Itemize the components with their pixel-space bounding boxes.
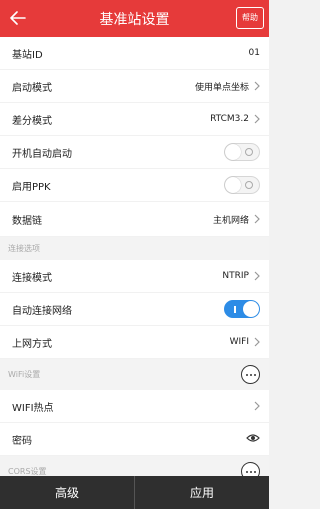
bottom-action-bar: 高级 应用 <box>0 476 269 509</box>
wifi-section-header: WiFi设置 <box>0 359 269 390</box>
toggle-on-icon <box>234 306 236 313</box>
section-title: 连接选项 <box>8 244 40 253</box>
more-options-icon[interactable] <box>241 462 260 476</box>
section-title: WiFi设置 <box>8 370 41 379</box>
data-link-label: 数据链 <box>12 215 42 227</box>
page-title: 基准站设置 <box>99 11 170 28</box>
connection-mode-label: 连接模式 <box>12 272 52 284</box>
wifi-hotspot-label: WIFI热点 <box>12 402 54 414</box>
diff-mode-label: 差分模式 <box>12 115 52 127</box>
data-link-row[interactable]: 数据链 主机网络 <box>0 202 269 237</box>
cors-section-header: CORS设置 <box>0 456 269 476</box>
start-mode-row[interactable]: 启动模式 使用单点坐标 <box>0 70 269 103</box>
chevron-right-icon <box>254 337 260 347</box>
station-id-row[interactable]: 基站ID 01 <box>0 37 269 70</box>
toggle-knob <box>225 144 241 160</box>
toggle-off-icon <box>245 148 253 156</box>
chevron-right-icon <box>254 401 260 411</box>
more-options-icon[interactable] <box>241 365 260 384</box>
connection-mode-value: NTRIP <box>222 271 249 281</box>
chevron-right-icon <box>254 214 260 224</box>
enable-ppk-toggle[interactable] <box>224 176 260 194</box>
password-row[interactable]: 密码 <box>0 423 269 456</box>
password-label: 密码 <box>12 435 32 447</box>
back-arrow-icon[interactable] <box>6 6 30 30</box>
eye-icon[interactable] <box>246 433 260 446</box>
connection-mode-row[interactable]: 连接模式 NTRIP <box>0 260 269 293</box>
auto-connect-label: 自动连接网络 <box>12 305 72 317</box>
internet-method-label: 上网方式 <box>12 338 52 350</box>
settings-list: 基站ID 01 启动模式 使用单点坐标 差分模式 RTCM3.2 开机自动启动 … <box>0 37 269 476</box>
start-mode-label: 启动模式 <box>12 82 52 94</box>
start-mode-value: 使用单点坐标 <box>194 82 249 93</box>
connection-section-header: 连接选项 <box>0 237 269 260</box>
diff-mode-value: RTCM3.2 <box>210 114 249 124</box>
internet-method-row[interactable]: 上网方式 WIFI <box>0 326 269 359</box>
auto-connect-toggle[interactable] <box>224 300 260 318</box>
station-id-label: 基站ID <box>12 49 43 61</box>
toggle-knob <box>243 301 259 317</box>
enable-ppk-row: 启用PPK <box>0 169 269 202</box>
chevron-right-icon <box>254 81 260 91</box>
title-bar: 基准站设置 帮助 <box>0 0 269 37</box>
chevron-right-icon <box>254 271 260 281</box>
help-button[interactable]: 帮助 <box>236 7 264 29</box>
data-link-value: 主机网络 <box>212 215 249 226</box>
diff-mode-row[interactable]: 差分模式 RTCM3.2 <box>0 103 269 136</box>
internet-method-value: WIFI <box>229 337 249 347</box>
apply-button[interactable]: 应用 <box>135 476 269 509</box>
station-id-value: 01 <box>248 48 260 58</box>
wifi-hotspot-row[interactable]: WIFI热点 <box>0 390 269 423</box>
advanced-button[interactable]: 高级 <box>0 476 134 509</box>
toggle-knob <box>225 177 241 193</box>
auto-start-row: 开机自动启动 <box>0 136 269 169</box>
section-title: CORS设置 <box>8 467 47 476</box>
auto-start-label: 开机自动启动 <box>12 148 72 160</box>
auto-start-toggle[interactable] <box>224 143 260 161</box>
chevron-right-icon <box>254 114 260 124</box>
toggle-off-icon <box>245 181 253 189</box>
enable-ppk-label: 启用PPK <box>12 181 51 193</box>
auto-connect-row: 自动连接网络 <box>0 293 269 326</box>
